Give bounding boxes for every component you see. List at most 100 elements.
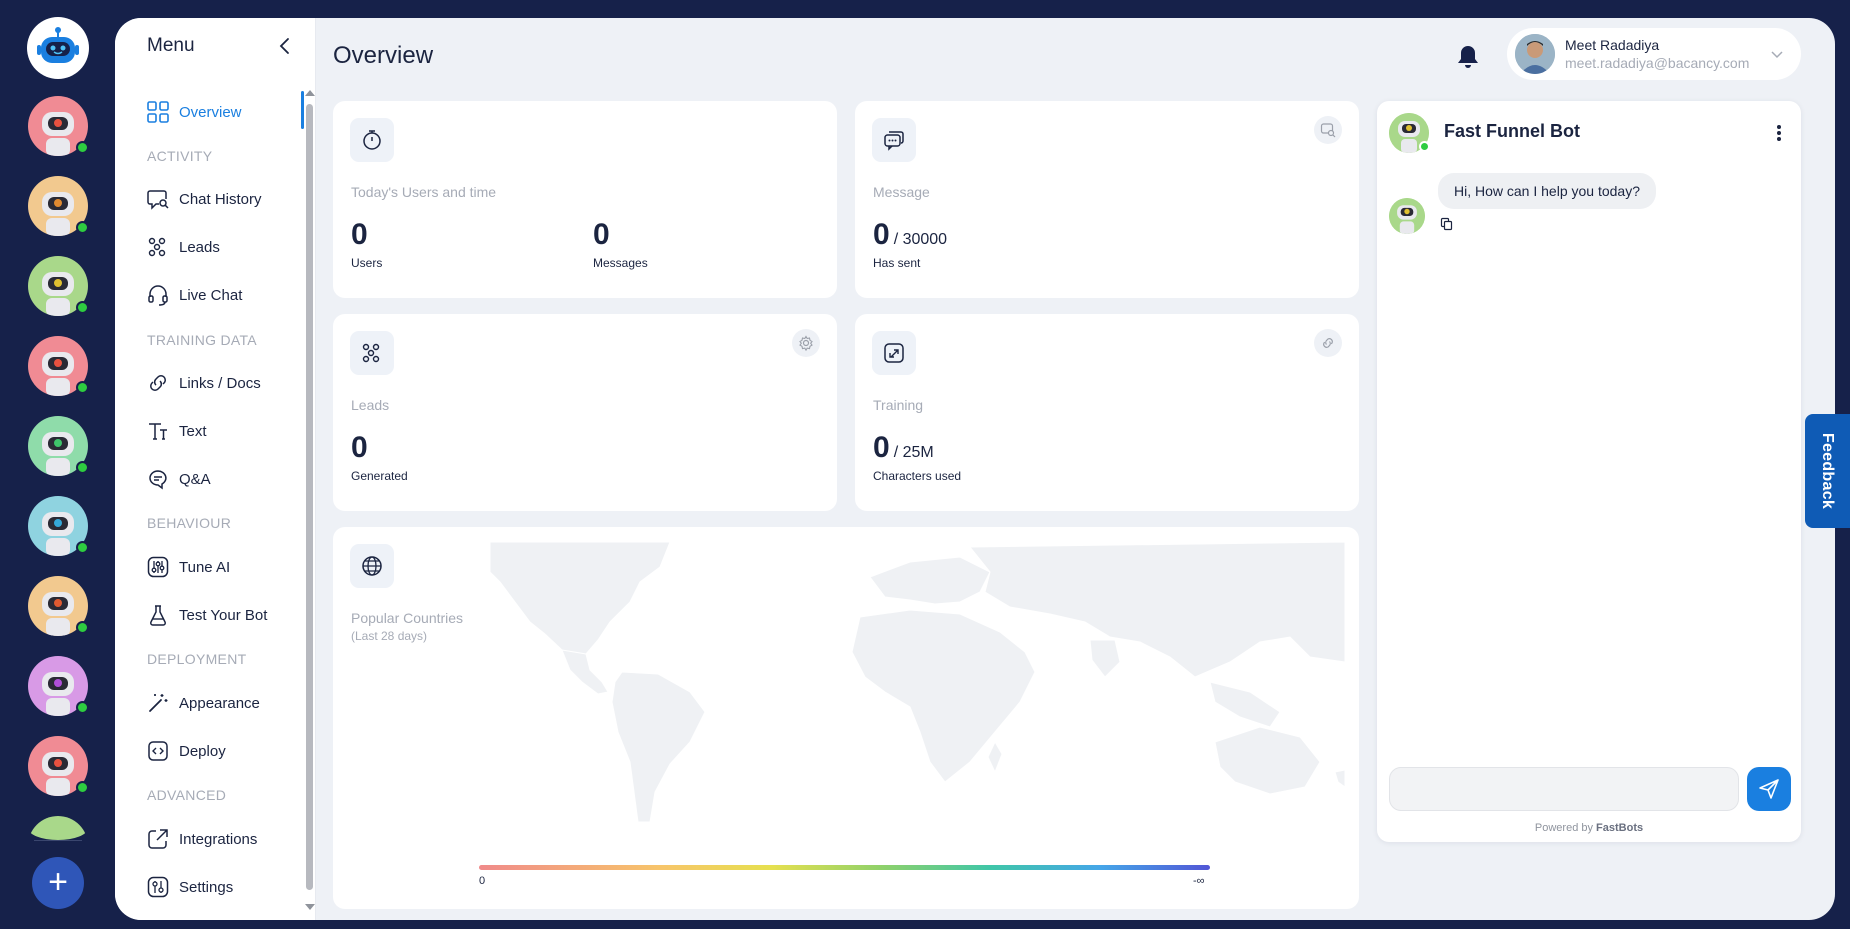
menu-item-qa[interactable]: Q&A: [147, 465, 211, 493]
app-logo[interactable]: [27, 17, 89, 79]
gear-icon[interactable]: [792, 329, 820, 357]
bot-avatar[interactable]: [28, 336, 89, 396]
chat-preview-panel: Fast Funnel Bot Hi, How can I help you t…: [1377, 101, 1801, 842]
stat-value: 0: [351, 431, 368, 464]
stat-value: 0: [873, 431, 890, 464]
color-scale-legend: [479, 865, 1210, 870]
menu-scrollbar[interactable]: [305, 90, 315, 910]
menu-item-overview[interactable]: Overview: [147, 98, 242, 126]
grid-icon: [147, 101, 169, 123]
menu-item-label: Overview: [179, 103, 242, 121]
robot-avatar-icon: [42, 352, 74, 396]
menu-item-chat-history[interactable]: Chat History: [147, 185, 262, 213]
online-status-dot: [1419, 141, 1430, 152]
avatar: [1515, 34, 1555, 74]
user-name: Meet Radadiya: [1565, 37, 1660, 53]
people-icon: [148, 237, 166, 257]
feedback-label: Feedback: [1819, 432, 1837, 510]
menu-item-leads[interactable]: Leads: [147, 233, 220, 261]
card-label: Training: [873, 397, 924, 413]
menu-item-text[interactable]: Text: [147, 417, 207, 445]
menu-item-label: Appearance: [179, 694, 260, 712]
scroll-down-arrow[interactable]: [305, 904, 315, 910]
menu-item-test-your-bot[interactable]: Test Your Bot: [147, 601, 267, 629]
send-button[interactable]: [1747, 767, 1791, 811]
bot-avatar[interactable]: [28, 656, 89, 716]
bot-avatar-partial[interactable]: [28, 816, 88, 840]
bot-avatar[interactable]: [28, 576, 89, 636]
countries-card: Popular Countries (Last 28 days) 0 -∞: [333, 527, 1359, 909]
robot-avatar-icon: [1389, 198, 1425, 234]
powered-by-brand[interactable]: FastBots: [1596, 822, 1643, 834]
robot-avatar-icon: [42, 192, 74, 236]
bot-avatar[interactable]: [28, 176, 89, 236]
page-title: Overview: [333, 42, 434, 69]
menu-item-settings[interactable]: Settings: [147, 873, 233, 901]
section-training-data: TRAINING DATA: [147, 332, 257, 348]
menu-item-live-chat[interactable]: Live Chat: [147, 281, 242, 309]
stat-caption: Users: [351, 256, 383, 270]
scrollbar-thumb[interactable]: [306, 104, 313, 890]
chat-bubbles-icon: [872, 118, 916, 162]
card-label: Message: [873, 184, 930, 200]
bot-avatar[interactable]: [28, 416, 89, 476]
users-stat: 0 Users: [351, 218, 382, 270]
menu-item-tune-ai[interactable]: Tune AI: [147, 553, 230, 581]
robot-logo-icon: [37, 27, 79, 63]
bot-avatar: [1389, 113, 1430, 153]
chevron-down-icon[interactable]: [1769, 46, 1785, 62]
people-icon: [350, 331, 394, 375]
more-vertical-icon[interactable]: [1769, 121, 1789, 145]
sliders-icon: [147, 556, 169, 578]
bot-avatar[interactable]: [28, 496, 89, 556]
stat-caption: Characters used: [873, 469, 962, 483]
menu-item-deploy[interactable]: Deploy: [147, 737, 226, 765]
menu-item-appearance[interactable]: Appearance: [147, 689, 260, 717]
bot-avatar[interactable]: [28, 736, 89, 796]
leads-card: Leads 0 Generated: [333, 314, 837, 511]
world-map[interactable]: [490, 542, 1345, 822]
chat-search-icon[interactable]: [1314, 116, 1342, 144]
online-status-dot: [76, 381, 89, 394]
robot-avatar-icon: [42, 752, 74, 796]
menu-item-label: Integrations: [179, 830, 258, 848]
user-photo-icon: [1515, 34, 1555, 74]
chat-bot-name: Fast Funnel Bot: [1444, 121, 1580, 141]
code-box-icon: [148, 741, 168, 761]
powered-by-prefix: Powered by: [1534, 822, 1593, 834]
menu-item-links-docs[interactable]: Links / Docs: [147, 369, 261, 397]
section-advanced: ADVANCED: [147, 787, 227, 803]
stat-caption: Messages: [593, 256, 648, 270]
bot-avatar[interactable]: [28, 96, 89, 156]
headset-icon: [148, 285, 168, 306]
powered-by-footer: Powered by FastBots: [1377, 822, 1801, 834]
bot-avatar[interactable]: [28, 256, 89, 316]
menu-item-label: Settings: [179, 878, 234, 896]
rail-divider: [34, 840, 82, 841]
online-status-dot: [76, 701, 89, 714]
message-card: Message 0/ 30000 Has sent: [855, 101, 1359, 298]
user-menu[interactable]: Meet Radadiya meet.radadiya@bacancy.com: [1507, 28, 1801, 80]
chat-message-input[interactable]: [1389, 767, 1739, 811]
card-label: Leads: [351, 397, 390, 413]
send-icon: [1759, 779, 1779, 799]
robot-avatar-icon: [42, 432, 74, 476]
copy-icon[interactable]: [1440, 217, 1454, 231]
stat-value: 0: [593, 218, 610, 251]
messages-stat: 0 Messages: [593, 218, 648, 270]
feedback-tab[interactable]: Feedback: [1805, 414, 1850, 528]
side-menu: Menu Overview ACTIVITY Chat History Lead…: [115, 18, 316, 920]
user-email: meet.radadiya@bacancy.com: [1565, 55, 1750, 71]
link-icon[interactable]: [1314, 329, 1342, 357]
menu-item-integrations[interactable]: Integrations: [147, 825, 257, 853]
chevron-left-icon[interactable]: [273, 34, 297, 58]
bell-icon[interactable]: [1455, 43, 1481, 71]
bot-rail: +: [0, 0, 115, 929]
card-sublabel: (Last 28 days): [351, 629, 428, 643]
scroll-up-arrow[interactable]: [305, 90, 315, 96]
menu-item-label: Links / Docs: [179, 374, 261, 392]
active-indicator: [301, 91, 304, 129]
section-behaviour: BEHAVIOUR: [147, 515, 232, 531]
add-bot-button[interactable]: +: [32, 857, 84, 909]
bot-avatar: [1389, 198, 1425, 234]
